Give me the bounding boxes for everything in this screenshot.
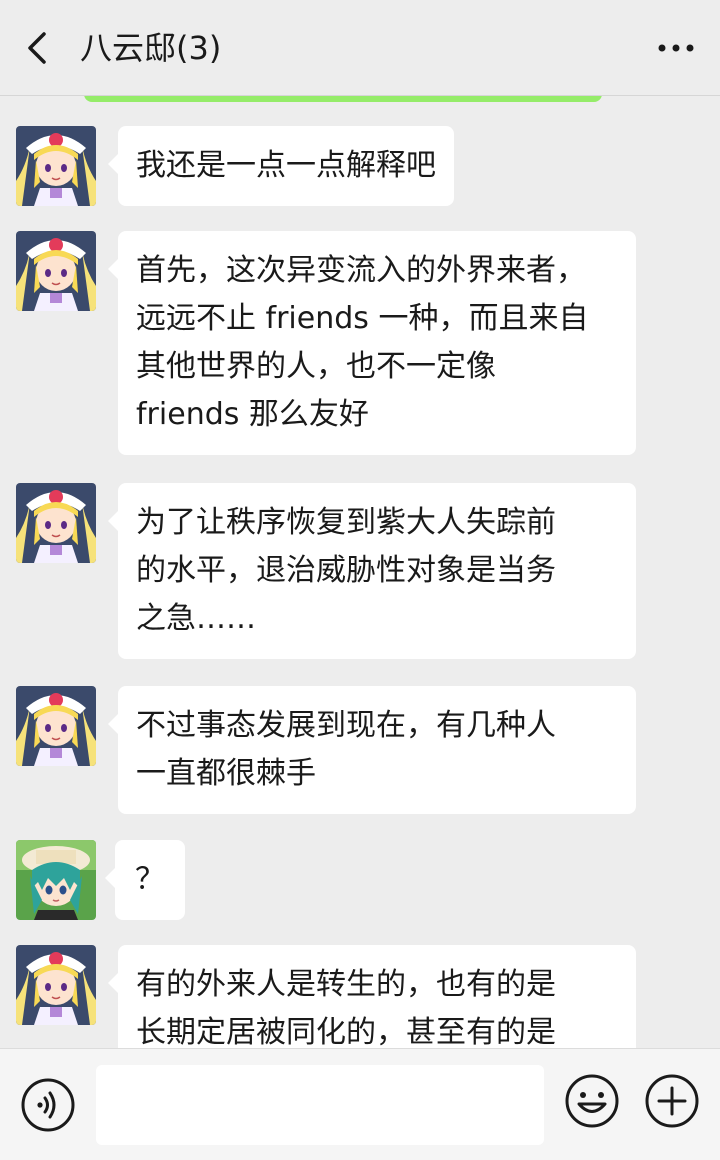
message-text-line: 一直都很棘手 bbox=[136, 756, 316, 791]
avatar-yukari[interactable] bbox=[16, 231, 96, 311]
yukari-avatar-image bbox=[16, 945, 96, 1025]
input-bar bbox=[0, 1048, 720, 1160]
yukari-avatar-image bbox=[16, 483, 96, 563]
message-bubble[interactable]: 我还是一点一点解释吧 bbox=[108, 126, 454, 206]
green-hair-avatar-image bbox=[16, 840, 96, 920]
message-text-line: 不过事态发展到现在，有几种人 bbox=[136, 708, 556, 743]
more-horizontal-icon bbox=[658, 44, 694, 52]
message-text-line: 有的外来人是转生的，也有的是 bbox=[136, 967, 556, 1002]
chat-title: 八云邸(3) bbox=[80, 29, 222, 67]
message-list[interactable]: 我还是一点一点解释吧 首先，这次异变流入的外界来者， 远远不止 friends … bbox=[0, 97, 720, 1048]
more-functions-button[interactable] bbox=[644, 1073, 700, 1129]
voice-button[interactable] bbox=[20, 1077, 76, 1133]
emoji-button[interactable] bbox=[564, 1073, 620, 1129]
message-text-line: 的水平，退治威胁性对象是当务 bbox=[136, 553, 556, 588]
avatar-yukari[interactable] bbox=[16, 126, 96, 206]
message-bubble[interactable]: 首先，这次异变流入的外界来者， 远远不止 friends 一种，而且来自 其他世… bbox=[108, 231, 636, 455]
chat-header: 八云邸(3) bbox=[0, 0, 720, 96]
emoji-icon bbox=[565, 1074, 619, 1128]
chevron-left-icon bbox=[28, 32, 46, 64]
voice-icon bbox=[21, 1078, 75, 1132]
avatar-green-hair[interactable] bbox=[16, 840, 96, 920]
message-text-line: friends 那么友好 bbox=[136, 397, 369, 432]
avatar-yukari[interactable] bbox=[16, 945, 96, 1025]
chat-screen: 八云邸(3) 我还是一点一点解释吧 首先，这次异变流入的外界来者， 远远不止 f… bbox=[0, 0, 720, 1160]
message-bubble[interactable]: ？ bbox=[105, 840, 185, 920]
message-input[interactable] bbox=[96, 1065, 544, 1145]
avatar-yukari[interactable] bbox=[16, 483, 96, 563]
back-button[interactable] bbox=[18, 24, 62, 72]
message-text-line: 远远不止 friends 一种，而且来自 bbox=[136, 301, 589, 336]
message-bubble[interactable]: 为了让秩序恢复到紫大人失踪前 的水平，退治威胁性对象是当务 之急…… bbox=[108, 483, 636, 659]
message-text-line: 首先，这次异变流入的外界来者， bbox=[136, 253, 586, 288]
plus-icon bbox=[645, 1074, 699, 1128]
yukari-avatar-image bbox=[16, 231, 96, 311]
message-text-line: 其他世界的人，也不一定像 bbox=[136, 349, 496, 384]
message-bubble[interactable]: 不过事态发展到现在，有几种人 一直都很棘手 bbox=[108, 686, 636, 814]
message-text-line: ？ bbox=[135, 862, 165, 897]
more-button[interactable] bbox=[654, 28, 698, 68]
message-text-line: 我还是一点一点解释吧 bbox=[136, 148, 436, 183]
message-text-line: 之急…… bbox=[136, 601, 256, 636]
yukari-avatar-image bbox=[16, 126, 96, 206]
message-text-line: 为了让秩序恢复到紫大人失踪前 bbox=[136, 505, 556, 540]
message-text-line: 长期定居被同化的，甚至有的是 bbox=[136, 1015, 556, 1048]
message-bubble[interactable]: 有的外来人是转生的，也有的是 长期定居被同化的，甚至有的是 bbox=[108, 945, 636, 1048]
yukari-avatar-image bbox=[16, 686, 96, 766]
avatar-yukari[interactable] bbox=[16, 686, 96, 766]
